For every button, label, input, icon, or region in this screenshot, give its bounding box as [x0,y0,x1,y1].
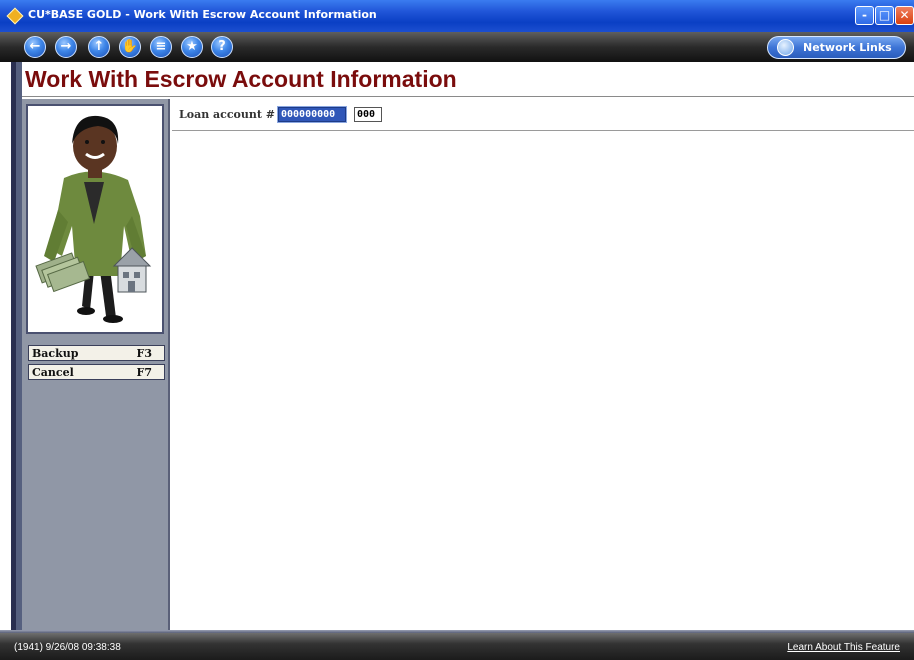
loan-account-field[interactable]: 000000000 [277,106,347,123]
left-frame [0,62,22,646]
help-button[interactable]: ? [211,36,233,58]
title-divider [22,96,914,97]
loan-suffix-field[interactable]: 000 [354,107,382,122]
app-icon [6,7,24,25]
forward-button[interactable]: → [55,36,77,58]
favorite-button[interactable]: ★ [181,36,203,58]
minimize-button[interactable]: - [855,6,874,25]
page-title: Work With Escrow Account Information [25,66,457,92]
woman-holding-money-and-house-icon [35,115,152,323]
fkey-shortcut: F7 [136,366,152,379]
maximize-button[interactable]: □ [875,6,894,25]
sidebar: Backup F3 Cancel F7 [22,99,170,630]
fkey-label: Cancel [32,366,74,379]
network-links-button[interactable]: Network Links [767,36,906,59]
stop-button[interactable]: ✋ [119,36,141,58]
feature-photo [26,104,164,334]
form-divider [172,130,914,131]
print-button[interactable]: ≡ [150,36,172,58]
toolbar: ← → ↑ ✋ ≡ ★ ? Network Links [0,32,914,62]
main-content: Loan account # 000000000 000 [172,99,914,630]
window-title: CU*BASE GOLD - Work With Escrow Account … [28,8,377,21]
back-button[interactable]: ← [24,36,46,58]
learn-about-feature-link[interactable]: Learn About This Feature [787,642,900,653]
cancel-button[interactable]: Cancel F7 [28,364,165,380]
up-button[interactable]: ↑ [88,36,110,58]
backup-button[interactable]: Backup F3 [28,345,165,361]
close-button[interactable]: ✕ [895,6,914,25]
fkey-shortcut: F3 [136,347,152,360]
loan-account-label: Loan account # [179,108,276,121]
status-bar: (1941) 9/26/08 09:38:38 Learn About This… [0,633,914,660]
globe-icon [777,39,794,56]
window-title-bar: CU*BASE GOLD - Work With Escrow Account … [0,0,914,32]
fkey-label: Backup [32,347,79,360]
session-timestamp: (1941) 9/26/08 09:38:38 [14,642,121,653]
network-links-label: Network Links [803,41,892,54]
